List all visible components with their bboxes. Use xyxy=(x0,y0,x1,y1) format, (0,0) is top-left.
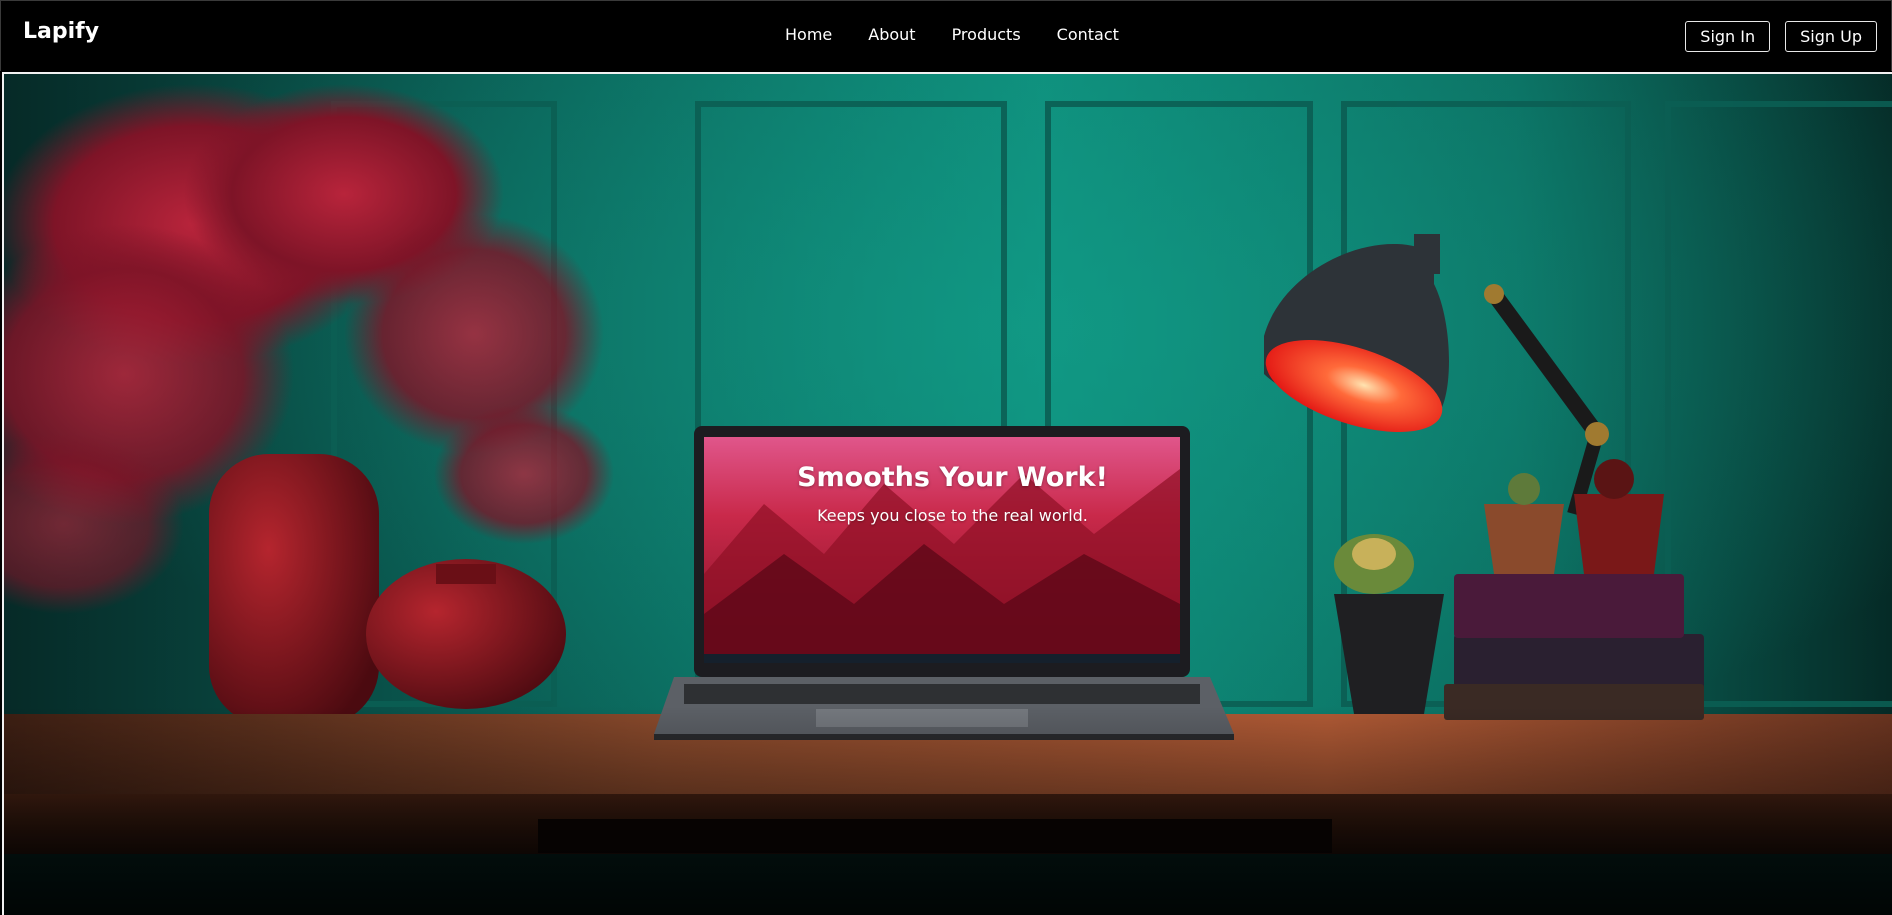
sign-in-button[interactable]: Sign In xyxy=(1685,21,1771,52)
nav-link-contact[interactable]: Contact xyxy=(1057,25,1119,44)
top-navbar: Lapify Home About Products Contact Sign … xyxy=(0,0,1892,71)
hero-section: Smooths Your Work! Keeps you close to th… xyxy=(2,72,1892,915)
sign-up-button[interactable]: Sign Up xyxy=(1785,21,1877,52)
nav-link-home[interactable]: Home xyxy=(785,25,832,44)
nav-link-products[interactable]: Products xyxy=(952,25,1021,44)
brand-logo[interactable]: Lapify xyxy=(23,19,99,44)
hero-image xyxy=(4,74,1892,915)
nav-links: Home About Products Contact xyxy=(785,25,1119,44)
hero-title: Smooths Your Work! xyxy=(797,462,1108,493)
hero-subtitle: Keeps you close to the real world. xyxy=(817,506,1088,525)
nav-link-about[interactable]: About xyxy=(868,25,915,44)
auth-buttons: Sign In Sign Up xyxy=(1670,21,1877,52)
